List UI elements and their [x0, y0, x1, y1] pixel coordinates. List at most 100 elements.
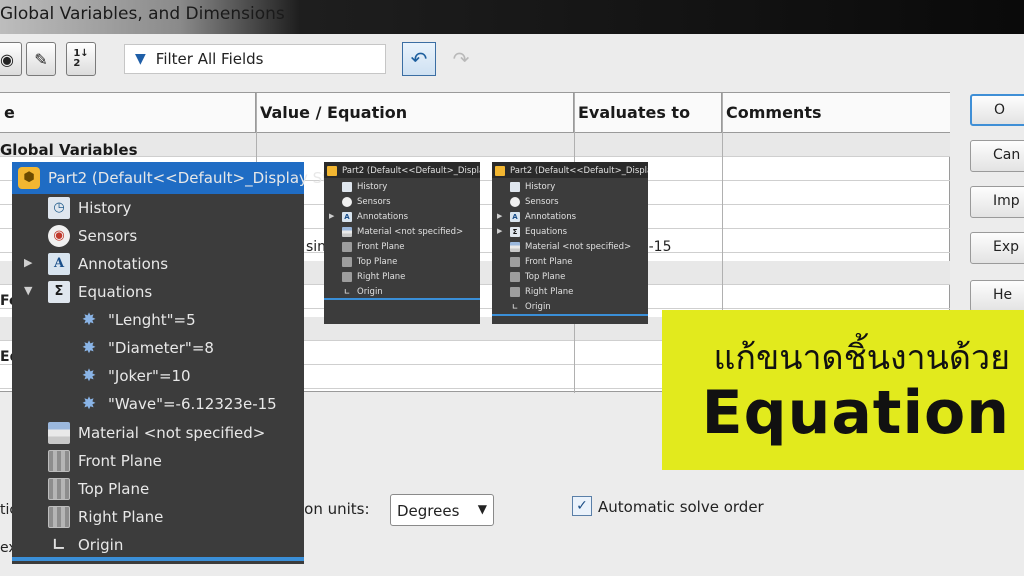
- window-titlebar: Global Variables, and Dimensions: [0, 0, 1024, 34]
- origin-icon: ∟: [344, 287, 350, 296]
- plane-icon: [48, 478, 70, 500]
- plane-icon: [510, 271, 520, 282]
- automatic-solve-label: Automatic solve order: [598, 498, 764, 516]
- import-button[interactable]: Imp: [970, 186, 1024, 218]
- history-icon: [342, 181, 352, 192]
- annotation-icon: A: [48, 253, 70, 275]
- filter-placeholder: Filter All Fields: [155, 50, 264, 68]
- expand-arrow-icon[interactable]: ▶: [329, 212, 334, 220]
- feature-tree-after: Part2 (Default<<Default>_Display Sta His…: [492, 162, 648, 324]
- tree-item-front-plane[interactable]: Front Plane: [510, 254, 573, 269]
- tree-bottom-bar: [324, 298, 480, 300]
- angular-units-select[interactable]: Degrees ▼: [390, 494, 494, 526]
- help-button[interactable]: He: [970, 280, 1024, 312]
- toolbar: ◉ ✎ 1↓ 2 ▼ Filter All Fields ↶ ↷: [0, 34, 1024, 90]
- column-header-name[interactable]: e: [0, 93, 256, 133]
- sensor-icon: [342, 196, 352, 207]
- section-global-variables: Global Variables: [0, 141, 138, 159]
- sensor-icon: [510, 196, 520, 207]
- tree-item-equation[interactable]: ✸ "Joker"=10: [78, 362, 191, 390]
- plane-icon: [342, 256, 352, 267]
- angular-units-label: ion units:: [300, 500, 370, 518]
- tree-item-history[interactable]: ◷ History: [48, 194, 131, 222]
- sort-numeric-icon: 1↓ 2: [73, 48, 89, 69]
- tree-item-right-plane[interactable]: Right Plane: [510, 284, 573, 299]
- history-icon: [510, 181, 520, 192]
- tree-item-history[interactable]: History: [342, 179, 387, 194]
- part-icon: ⬢: [18, 167, 40, 189]
- tree-item-sensors[interactable]: Sensors: [510, 194, 559, 209]
- plane-icon: [48, 450, 70, 472]
- feature-tree-expanded: ⬢ Part2 (Default<<Default>_Display Sta ◷…: [12, 162, 337, 564]
- origin-icon: ∟: [52, 535, 66, 554]
- expand-arrow-icon[interactable]: ▶: [497, 212, 502, 220]
- tree-item-right-plane[interactable]: Right Plane: [342, 269, 405, 284]
- title-banner: แก้ขนาดชิ้นงานด้วย Equation: [662, 310, 1024, 470]
- funnel-icon: ▼: [135, 51, 146, 67]
- material-icon: [48, 422, 70, 444]
- column-header-comments[interactable]: Comments: [722, 93, 950, 133]
- tree-item-sensors[interactable]: Sensors: [342, 194, 391, 209]
- tree-item-origin[interactable]: ∟ Origin: [342, 284, 383, 299]
- tree-item-annotations[interactable]: A Annotations: [48, 250, 168, 278]
- tree-item-origin[interactable]: ∟ Origin: [510, 299, 551, 314]
- automatic-solve-checkbox[interactable]: ✓: [572, 496, 592, 516]
- tree-item-front-plane[interactable]: Front Plane: [342, 239, 405, 254]
- suppress-toggle-button[interactable]: ✎: [26, 42, 56, 76]
- tree-item-sensors[interactable]: ◉ Sensors: [48, 222, 137, 250]
- tree-item-part[interactable]: Part2 (Default<<Default>_Display Sta: [327, 163, 480, 178]
- tree-item-equation[interactable]: ✸ "Wave"=-6.12323e-15: [78, 390, 277, 418]
- sigma-icon: Σ: [510, 226, 520, 237]
- feature-tree-before: Part2 (Default<<Default>_Display Sta His…: [324, 162, 480, 324]
- table-row[interactable]: [0, 133, 950, 157]
- part-icon: [495, 165, 505, 176]
- tree-item-equations[interactable]: Σ Equations: [510, 224, 567, 239]
- tree-bottom-bar: [12, 557, 304, 561]
- sensor-icon: ◉: [48, 225, 70, 247]
- tree-item-history[interactable]: History: [510, 179, 555, 194]
- global-variable-icon: ✸: [81, 338, 97, 358]
- banner-english-text: Equation: [701, 378, 1010, 448]
- tree-item-equation[interactable]: ✸ "Lenght"=5: [78, 306, 196, 334]
- tree-item-right-plane[interactable]: Right Plane: [48, 503, 163, 531]
- tree-item-top-plane[interactable]: Top Plane: [510, 269, 565, 284]
- window-title: Global Variables, and Dimensions: [0, 4, 285, 24]
- sigma-icon: Σ: [48, 281, 70, 303]
- ok-button[interactable]: O: [970, 94, 1024, 126]
- filter-field[interactable]: ▼ Filter All Fields: [124, 44, 386, 74]
- expand-arrow-icon[interactable]: ▶: [497, 227, 502, 235]
- undo-button[interactable]: ↶: [402, 42, 436, 76]
- view-toggle-button[interactable]: ◉: [0, 42, 22, 76]
- tree-item-part[interactable]: ⬢ Part2 (Default<<Default>_Display Sta: [18, 164, 337, 192]
- checkmark-icon: ✓: [576, 498, 588, 514]
- banner-thai-text: แก้ขนาดชิ้นงานด้วย: [713, 338, 1010, 378]
- tree-item-equation[interactable]: ✸ "Diameter"=8: [78, 334, 214, 362]
- tree-item-material[interactable]: Material <not specified>: [510, 239, 631, 254]
- export-button[interactable]: Exp: [970, 232, 1024, 264]
- tree-item-front-plane[interactable]: Front Plane: [48, 447, 162, 475]
- global-variable-icon: ✸: [81, 310, 97, 330]
- material-icon: [342, 226, 352, 237]
- collapse-arrow-icon[interactable]: ▼: [24, 284, 36, 297]
- plane-icon: [48, 506, 70, 528]
- tree-item-annotations[interactable]: A Annotations: [342, 209, 408, 224]
- tree-item-material[interactable]: Material <not specified>: [48, 419, 265, 447]
- tree-item-equations[interactable]: Σ Equations: [48, 278, 152, 306]
- undo-arrow-icon: ↶: [410, 47, 428, 71]
- annotation-icon: A: [510, 211, 520, 222]
- tree-item-material[interactable]: Material <not specified>: [342, 224, 463, 239]
- tree-item-top-plane[interactable]: Top Plane: [342, 254, 397, 269]
- tree-item-top-plane[interactable]: Top Plane: [48, 475, 149, 503]
- redo-button[interactable]: ↷: [446, 44, 476, 74]
- tree-item-origin[interactable]: ∟ Origin: [48, 531, 123, 559]
- part-icon: [327, 165, 337, 176]
- cancel-button[interactable]: Can: [970, 140, 1024, 172]
- material-icon: [510, 241, 520, 252]
- column-header-evaluates[interactable]: Evaluates to: [574, 93, 722, 133]
- expand-arrow-icon[interactable]: ▶: [24, 256, 36, 269]
- sort-order-button[interactable]: 1↓ 2: [66, 42, 96, 76]
- tree-item-annotations[interactable]: A Annotations: [510, 209, 576, 224]
- tree-item-part[interactable]: Part2 (Default<<Default>_Display Sta: [495, 163, 648, 178]
- column-header-value[interactable]: Value / Equation: [256, 93, 574, 133]
- plane-icon: [342, 271, 352, 282]
